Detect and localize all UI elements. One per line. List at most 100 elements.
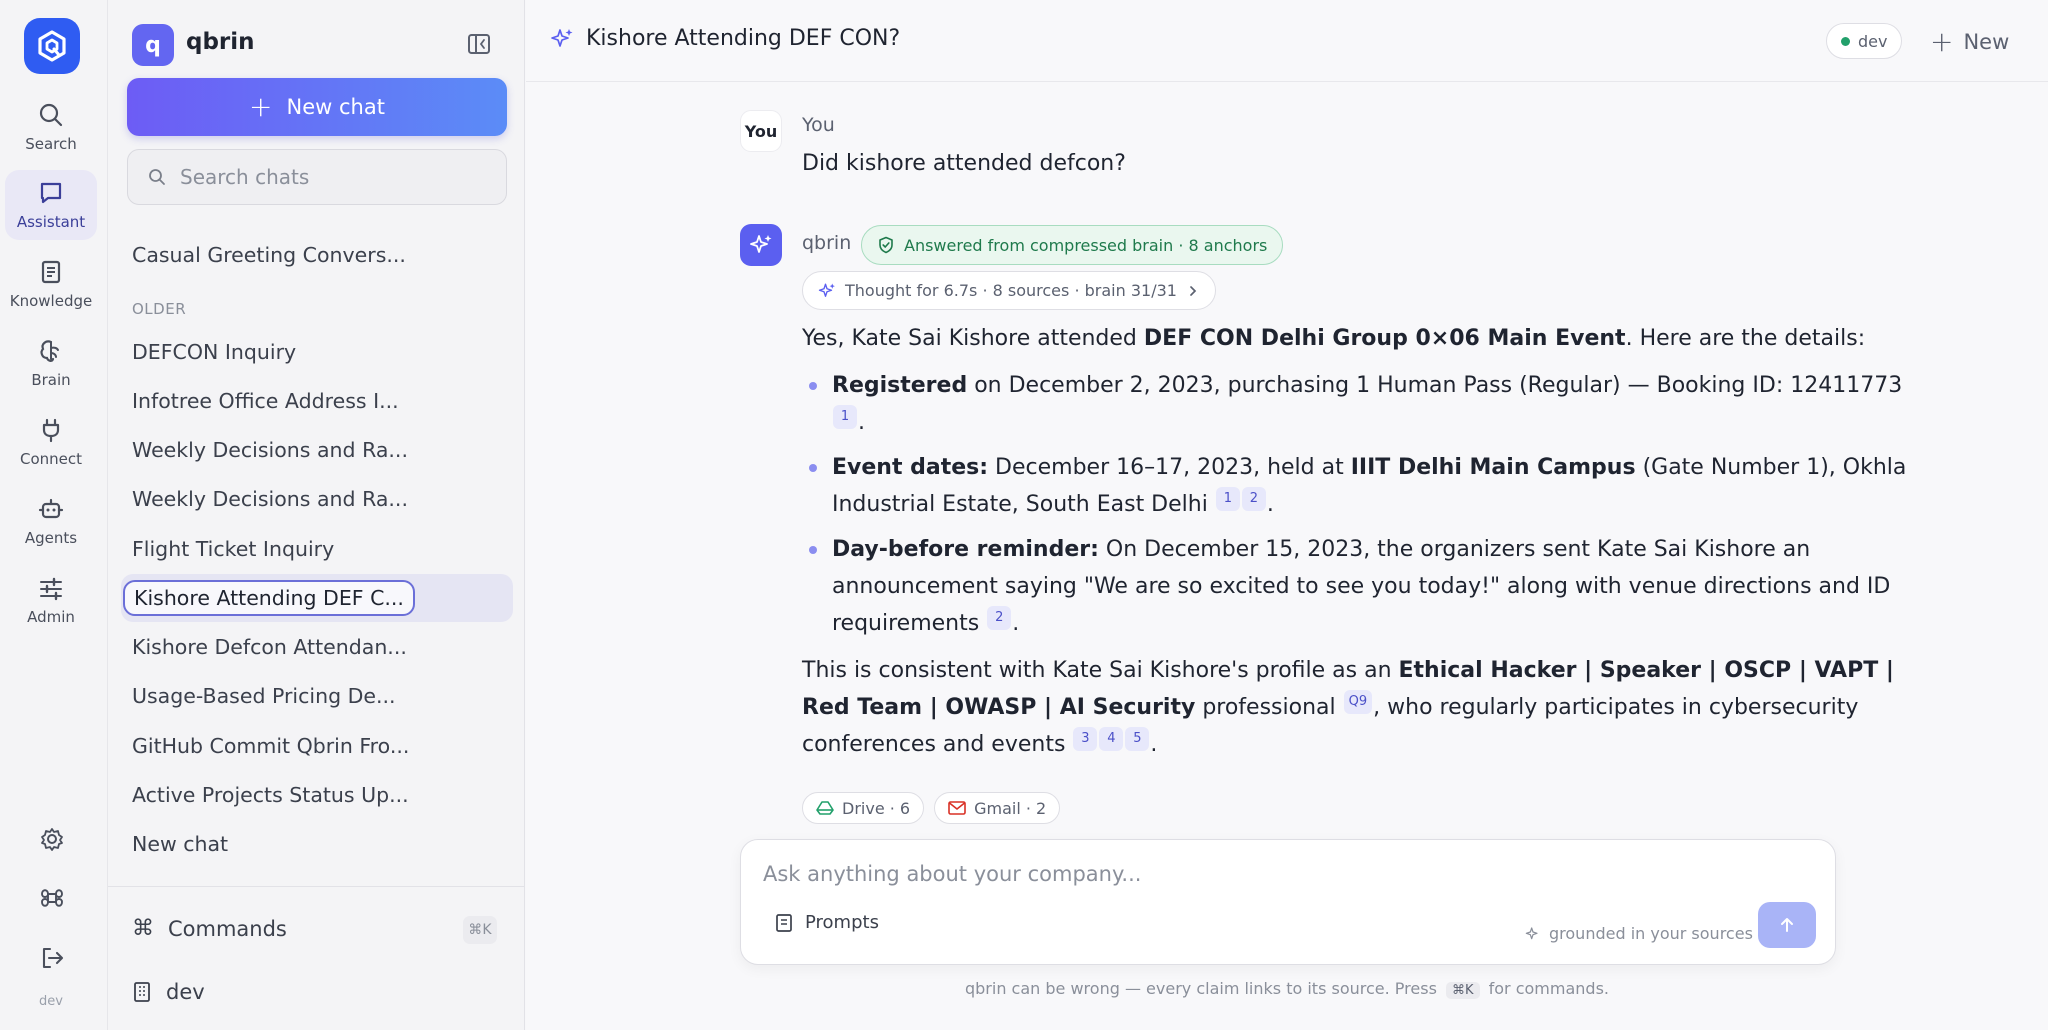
chat-item[interactable]: Active Projects Status Up... [121,771,513,819]
chat-header: Kishore Attending DEF CON? dev + New [526,0,2048,82]
chat-item[interactable]: Casual Greeting Convers... [121,231,513,279]
source-chip-drive[interactable]: Drive · 6 [802,792,925,824]
prompts-button[interactable]: Prompts [775,912,879,933]
answer-conclusion: This is consistent with Kate Sai Kishore… [802,658,1894,757]
logout-button[interactable] [30,938,74,978]
workspace-switcher[interactable]: dev [132,980,205,1004]
rail-item-connect[interactable]: Connect [5,407,97,477]
rail-item-assistant[interactable]: Assistant [5,170,97,240]
chat-item-label: New chat [132,832,229,856]
answer-bullet: Day-before reminder: On December 15, 202… [809,531,1922,642]
collapse-sidebar-button[interactable] [465,30,493,58]
bullet-bold: Day-before reminder: [832,537,1099,562]
new-chat-header-button[interactable]: + New [1930,24,2009,60]
citation-badge[interactable]: 2 [1241,487,1266,511]
assistant-name: qbrin [802,232,852,254]
answered-badge-text: Answered from compressed brain · 8 ancho… [904,235,1268,255]
search-chats-input[interactable] [180,165,480,189]
chat-item-label: Casual Greeting Convers... [132,243,406,267]
send-button[interactable] [1758,902,1816,948]
source-chip-label: Gmail · 2 [974,798,1047,818]
arrow-up-icon [1781,918,1793,932]
grounded-label: grounded in your sources [1549,924,1753,943]
chat-item-label: Kishore Defcon Attendan... [132,635,407,659]
sidebar-collapse-icon [468,34,490,54]
workspace-name[interactable]: qbrin [186,29,255,55]
rail-label-search: Search [25,135,77,153]
chat-item[interactable]: Weekly Decisions and Ra... [121,426,513,474]
rail-item-search[interactable]: Search [5,92,97,162]
command-icon: ⌘ [132,916,154,941]
rail-item-admin[interactable]: Admin [5,565,97,635]
brain-icon [40,340,59,362]
logout-icon [42,947,64,969]
grounded-indicator: grounded in your sources [1525,924,1753,943]
sparkle-icon [818,283,835,297]
assistant-answer: Yes, Kate Sai Kishore attended DEF CON D… [802,320,1922,763]
answered-badge: Answered from compressed brain · 8 ancho… [861,225,1284,265]
message-input[interactable] [763,862,1803,896]
commands-shortcut: ⌘K [463,916,497,944]
rail-item-agents[interactable]: Agents [5,486,97,556]
shield-check-icon [879,236,893,254]
plus-icon: + [1930,25,1954,58]
chat-item[interactable]: Flight Ticket Inquiry [121,525,513,573]
workspace-footer-label: dev [166,980,205,1004]
commands-rail-button[interactable] [30,878,74,918]
sparkle-icon [750,235,772,253]
answer-intro: Yes, Kate Sai Kishore attended DEF CON D… [802,320,1922,357]
status-dot [1841,36,1850,46]
citation-badge[interactable]: Q9 [1343,690,1373,714]
chat-item[interactable]: GitHub Commit Qbrin Fro... [121,722,513,770]
source-chip-label: Drive · 6 [842,798,911,818]
chat-item[interactable]: Usage-Based Pricing De... [121,672,513,720]
chat-item[interactable]: DEFCON Inquiry [121,328,513,376]
chat-item[interactable]: Infotree Office Address I... [121,377,513,425]
new-chat-button[interactable]: + New chat [127,78,507,136]
chat-title: Kishore Attending DEF CON? [550,26,900,51]
chat-item[interactable]: New chat [121,820,513,868]
chat-item-label: Active Projects Status Up... [132,783,409,807]
env-selector[interactable]: dev [1826,23,1903,59]
bullet-text: December 16–17, 2023, held at [988,455,1351,480]
command-icon [41,889,63,907]
citation-badge[interactable]: 2 [987,606,1012,630]
citation-badge[interactable]: 4 [1099,727,1124,751]
chat-title-text: Kishore Attending DEF CON? [586,26,901,51]
rail-item-brain[interactable]: Brain [5,328,97,398]
chat-item[interactable]: Kishore Defcon Attendan... [121,623,513,671]
source-chip-gmail[interactable]: Gmail · 2 [934,792,1061,824]
drive-icon [816,801,834,815]
nav-rail: Search Assistant Knowledge Brain Connect… [0,0,108,1030]
new-chat-label: New chat [286,95,385,119]
rail-label-admin: Admin [27,608,75,626]
thought-toggle[interactable]: Thought for 6.7s · 8 sources · brain 31/… [802,271,1216,310]
citation-badge[interactable]: 5 [1125,727,1150,751]
sidebar-divider [108,886,525,887]
rail-label-connect: Connect [19,450,83,468]
rail-label-knowledge: Knowledge [9,292,93,310]
app-logo[interactable] [24,18,80,74]
chat-item-label: GitHub Commit Qbrin Fro... [132,734,410,758]
rail-env-label: dev [39,994,63,1009]
search-chats-box[interactable] [127,149,507,205]
chat-item[interactable]: Weekly Decisions and Ra... [121,475,513,523]
workspace-badge[interactable]: q [132,24,174,66]
chat-item-active[interactable]: Kishore Attending DEF C... [121,574,513,622]
chat-item-label: Infotree Office Address I... [132,389,399,413]
commands-button[interactable]: ⌘ Commands [132,916,287,941]
chat-item-label: Flight Ticket Inquiry [132,537,335,561]
citation-badge[interactable]: 1 [833,405,857,429]
book-icon [776,913,792,932]
robot-icon [38,498,64,519]
rail-item-knowledge[interactable]: Knowledge [5,249,97,319]
chat-item-label: Weekly Decisions and Ra... [132,487,408,511]
thought-text: Thought for 6.7s · 8 sources · brain 31/… [845,281,1177,300]
settings-button[interactable] [30,819,74,859]
chat-icon [40,182,62,204]
chevron-right-icon [1190,285,1197,296]
citation-badge[interactable]: 3 [1073,727,1098,751]
composer: Prompts grounded in your sources [740,839,1836,965]
logo-icon [38,30,66,62]
citation-badge[interactable]: 1 [1215,487,1240,511]
